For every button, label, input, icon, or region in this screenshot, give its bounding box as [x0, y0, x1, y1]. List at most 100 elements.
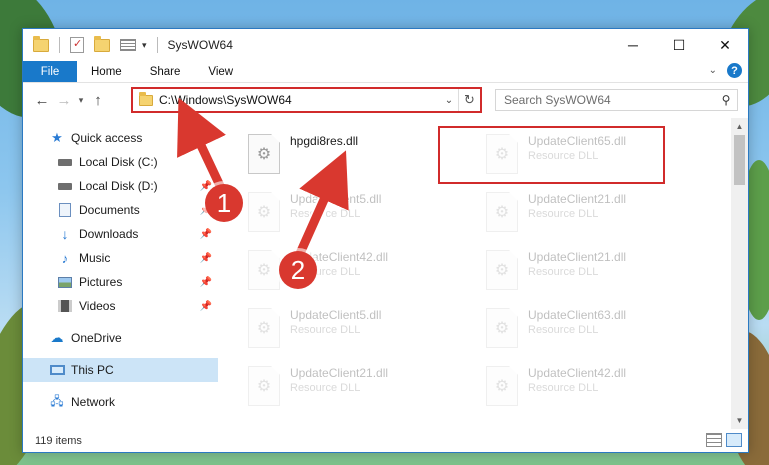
dll-file-icon: ⚙ [486, 192, 518, 232]
file-item[interactable]: ⚙ UpdateClient63.dll Resource DLL [480, 302, 705, 358]
file-item[interactable]: ⚙ UpdateClient42.dll Resource DLL [480, 360, 705, 416]
forward-button[interactable]: → [53, 92, 75, 109]
sidebar-item-documents[interactable]: Documents 📌 [23, 198, 218, 222]
dll-file-icon: ⚙ [486, 134, 518, 174]
file-item-hpgdi8res[interactable]: ⚙ hpgdi8res.dll [242, 128, 467, 184]
this-pc-icon [49, 363, 65, 377]
file-name: UpdateClient21.dll [528, 250, 627, 264]
file-item[interactable]: ⚙ UpdateClient5.dll Resource DLL [242, 302, 467, 358]
file-name: UpdateClient42.dll [528, 366, 627, 380]
dll-file-icon: ⚙ [248, 308, 280, 348]
documents-icon [57, 203, 73, 217]
vertical-scrollbar[interactable]: ▲ ▼ [731, 118, 748, 429]
dll-file-icon: ⚙ [248, 250, 280, 290]
help-icon[interactable]: ? [727, 63, 742, 78]
window-controls: ─ ☐ ✕ [610, 29, 748, 61]
expand-ribbon-icon[interactable]: ⌄ [709, 65, 717, 76]
minimize-button[interactable]: ─ [610, 29, 656, 61]
chevron-down-icon[interactable]: ⌄ [440, 95, 458, 106]
pin-icon[interactable]: 📌 [200, 253, 212, 264]
window-title: SysWOW64 [167, 38, 233, 52]
sidebar-item-label: Quick access [71, 131, 143, 145]
sidebar-item-label: OneDrive [71, 331, 122, 345]
status-bar: 119 items [23, 429, 748, 452]
sidebar-item-label: Downloads [79, 227, 139, 241]
sidebar-item-label: Videos [79, 299, 116, 313]
pin-icon[interactable]: 📌 [200, 277, 212, 288]
file-item[interactable]: ⚙ UpdateClient5.dll Resource DLL [242, 186, 467, 242]
file-item[interactable]: ⚙ UpdateClient21.dll Resource DLL [480, 186, 705, 242]
downloads-icon: ↓ [61, 226, 69, 242]
file-name: UpdateClient5.dll [290, 192, 382, 206]
close-button[interactable]: ✕ [702, 29, 748, 61]
divider [156, 37, 158, 53]
sidebar-item-music[interactable]: ♪ Music 📌 [23, 246, 218, 270]
quick-access-toolbar: ▾ SysWOW64 [23, 35, 233, 53]
pin-icon[interactable]: 📌 [200, 229, 212, 240]
divider [59, 37, 60, 53]
sidebar-item-label: Network [71, 395, 116, 409]
sidebar-item-label: Pictures [79, 275, 123, 289]
dll-file-icon: ⚙ [248, 134, 280, 174]
recent-locations-icon[interactable]: ▾ [75, 95, 87, 106]
file-item[interactable]: ⚙ UpdateClient21.dll Resource DLL [242, 360, 467, 416]
dll-file-icon: ⚙ [486, 250, 518, 290]
tab-share[interactable]: Share [136, 61, 195, 82]
file-type: Resource DLL [290, 324, 361, 336]
dll-file-icon: ⚙ [486, 366, 518, 406]
properties-icon[interactable] [70, 37, 84, 53]
maximize-button[interactable]: ☐ [656, 29, 702, 61]
file-name: UpdateClient65.dll [528, 134, 627, 148]
details-view-icon[interactable] [706, 433, 722, 447]
file-type: Resource DLL [528, 266, 599, 278]
file-type: Resource DLL [528, 150, 599, 162]
sidebar-item-videos[interactable]: Videos 📌 [23, 294, 218, 318]
back-button[interactable]: ← [31, 92, 53, 109]
navigation-bar: ← → ▾ ↑ C:\Windows\SysWOW64 ⌄ ↻ Search S… [23, 83, 748, 117]
item-count: 119 items [35, 434, 82, 447]
file-type: Resource DLL [290, 208, 361, 220]
customize-view-icon[interactable] [120, 39, 136, 51]
file-item[interactable]: ⚙ UpdateClient42.dll Resource DLL [242, 244, 467, 300]
file-type: Resource DLL [528, 382, 599, 394]
pictures-icon [57, 275, 73, 289]
sidebar-item-label: Documents [79, 203, 140, 217]
refresh-icon[interactable]: ↻ [458, 89, 480, 111]
sidebar-item-label: This PC [71, 363, 114, 377]
large-icons-view-icon[interactable] [726, 433, 742, 447]
tab-home[interactable]: Home [77, 61, 136, 82]
file-type: Resource DLL [528, 208, 599, 220]
scroll-up-icon[interactable]: ▲ [731, 118, 748, 135]
up-button[interactable]: ↑ [87, 92, 109, 109]
sidebar-item-quick-access[interactable]: ★ Quick access [23, 126, 218, 150]
drive-icon [57, 155, 73, 169]
sidebar-item-downloads[interactable]: ↓ Downloads 📌 [23, 222, 218, 246]
search-input[interactable]: Search SysWOW64 ⚲ [495, 89, 738, 111]
search-icon[interactable]: ⚲ [715, 93, 737, 107]
scroll-down-icon[interactable]: ▼ [731, 412, 748, 429]
folder-icon [139, 91, 153, 106]
sidebar-item-this-pc[interactable]: This PC [23, 358, 218, 382]
sidebar-item-onedrive[interactable]: ☁ OneDrive [23, 326, 218, 350]
file-item[interactable]: ⚙ UpdateClient21.dll Resource DLL [480, 244, 705, 300]
file-name: hpgdi8res.dll [290, 134, 359, 148]
address-path[interactable]: C:\Windows\SysWOW64 [159, 93, 440, 107]
pin-icon[interactable]: 📌 [200, 301, 212, 312]
address-bar[interactable]: C:\Windows\SysWOW64 ⌄ ↻ [131, 87, 482, 113]
dll-file-icon: ⚙ [248, 366, 280, 406]
star-icon: ★ [51, 130, 63, 145]
videos-icon [57, 299, 73, 313]
sidebar-item-local-disk-c[interactable]: Local Disk (C:) [23, 150, 218, 174]
tab-view[interactable]: View [194, 61, 247, 82]
sidebar-item-network[interactable]: 🖧 Network [23, 390, 218, 414]
sidebar-item-label: Local Disk (C:) [79, 155, 158, 169]
new-folder-icon[interactable] [94, 35, 110, 52]
dll-file-icon: ⚙ [248, 192, 280, 232]
search-placeholder[interactable]: Search SysWOW64 [496, 93, 715, 107]
scroll-thumb[interactable] [734, 135, 745, 185]
sidebar-item-pictures[interactable]: Pictures 📌 [23, 270, 218, 294]
tab-file[interactable]: File [23, 61, 77, 82]
file-item[interactable]: ⚙ UpdateClient65.dll Resource DLL [480, 128, 705, 184]
sidebar-item-local-disk-d[interactable]: Local Disk (D:) 📌 [23, 174, 218, 198]
chevron-down-icon[interactable]: ▾ [142, 40, 147, 51]
